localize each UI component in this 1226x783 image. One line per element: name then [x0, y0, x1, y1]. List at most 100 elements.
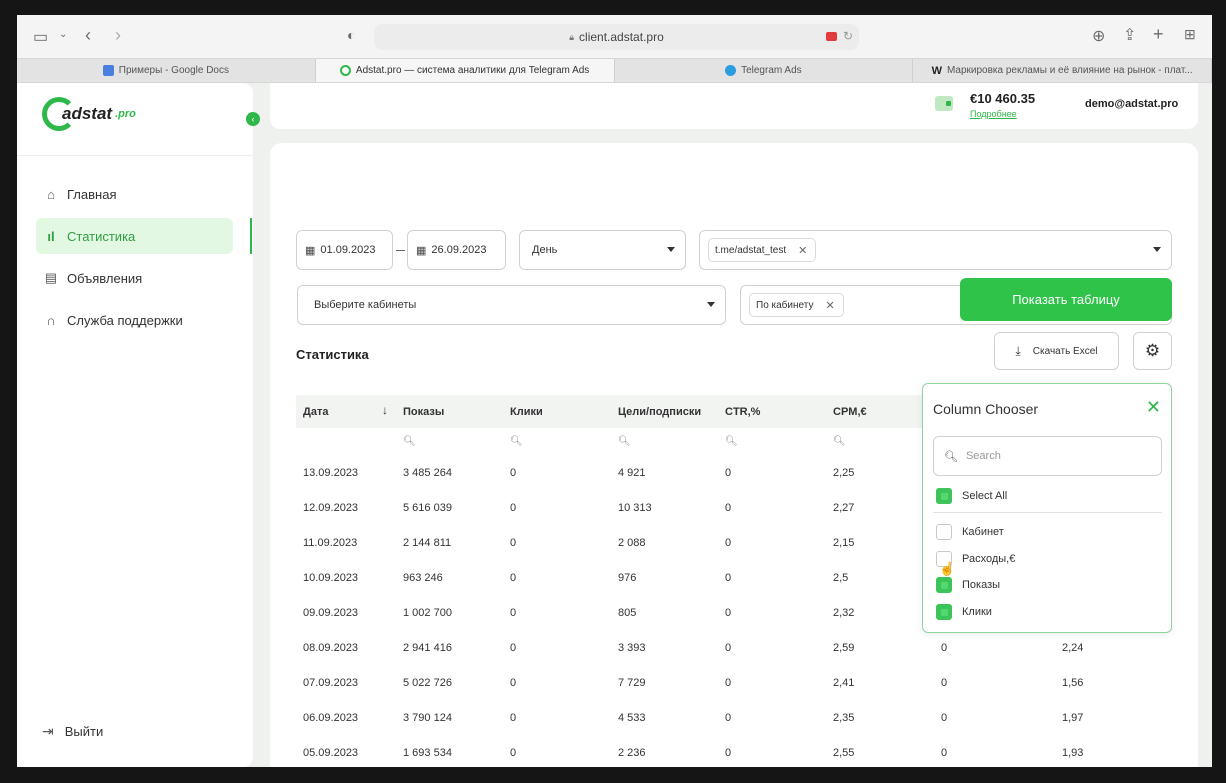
table-cell: 0: [510, 536, 517, 549]
forward-icon[interactable]: ›: [115, 25, 121, 46]
table-cell: 0: [510, 571, 517, 584]
checkbox[interactable]: [936, 524, 952, 540]
sidebar-item-label: Служба поддержки: [67, 312, 183, 328]
table-cell: 0: [725, 501, 732, 514]
sidebar-item-home[interactable]: ⌂ Главная: [36, 176, 233, 212]
download-excel-button[interactable]: ⤓ Скачать Excel: [994, 332, 1119, 370]
sidebar-item-support[interactable]: ∩ Служба поддержки: [36, 302, 233, 338]
checkbox[interactable]: [936, 577, 952, 593]
download-icon: ⤓: [1015, 343, 1021, 358]
column-header-cpm[interactable]: CPM,€: [826, 395, 934, 428]
column-header-goals[interactable]: Цели/подписки: [611, 395, 718, 428]
column-header-impressions[interactable]: Показы: [396, 395, 503, 428]
sort-down-icon[interactable]: ↓: [382, 403, 388, 417]
sidebar-toggle-icon[interactable]: ▭: [33, 27, 48, 47]
table-row: 08.09.2023 2 941 416 0 3 393 0 2,59 0 2,24: [296, 630, 1162, 665]
search-icon[interactable]: 🔍︎: [826, 428, 934, 455]
search-icon[interactable]: 🔍︎: [503, 428, 611, 455]
tab-overview-icon[interactable]: ⊞: [1184, 26, 1196, 43]
table-cell: 5 022 726: [403, 676, 452, 689]
table-cell: 976: [618, 571, 637, 584]
date-to-field[interactable]: ▦ 26.09.2023: [407, 230, 506, 270]
table-cell: 2,15: [833, 536, 855, 549]
select-all-label: Select All: [962, 490, 1008, 502]
table-cell: 11.09.2023: [303, 536, 358, 549]
remove-chip-icon[interactable]: ✕: [798, 244, 807, 257]
sidebar: adstat .pro ‹ ⌂ Главная ıl Статистика ▤ …: [17, 83, 260, 767]
table-cell: 0: [725, 711, 732, 724]
table-cell: 12.09.2023: [303, 501, 359, 514]
date-from-field[interactable]: ▦ 01.09.2023: [296, 230, 393, 270]
table-cell: 06.09.2023: [303, 711, 359, 724]
logout-button[interactable]: ⇥ Выйти: [42, 723, 103, 740]
table-cell: 2,27: [833, 501, 855, 514]
details-link[interactable]: Подробнее: [970, 109, 1017, 119]
column-search-input[interactable]: 🔍︎ Search: [933, 436, 1162, 476]
sidebar-item-ads[interactable]: ▤ Объявления: [36, 260, 233, 296]
table-cell: 0: [941, 746, 948, 759]
tab-google-docs[interactable]: Примеры - Google Docs: [17, 59, 316, 82]
column-chooser-title: Column Chooser: [933, 401, 1039, 417]
grouping-chip: По кабинету ✕: [749, 293, 844, 317]
table-cell: 2 941 416: [403, 641, 452, 654]
column-header-ctr[interactable]: CTR,%: [718, 395, 826, 428]
channel-select[interactable]: t.me/adstat_test ✕: [699, 230, 1172, 270]
settings-button[interactable]: ⚙: [1133, 332, 1172, 370]
document-icon: ▤: [44, 270, 58, 285]
column-option[interactable]: Показы: [936, 577, 1000, 593]
download-icon[interactable]: ⊕: [1092, 26, 1105, 46]
search-icon: 🔍︎: [944, 450, 958, 463]
period-value: День: [532, 244, 558, 256]
table-cell: 1,97: [1062, 711, 1084, 724]
search-icon[interactable]: 🔍︎: [611, 428, 718, 455]
search-icon[interactable]: 🔍︎: [718, 428, 826, 455]
tab-wikipedia[interactable]: W Маркировка рекламы и её влияние на рын…: [913, 59, 1212, 82]
shield-icon[interactable]: ◐: [347, 27, 355, 43]
chip-label: t.me/adstat_test: [715, 244, 787, 256]
table-cell: 4 533: [618, 711, 646, 724]
table-cell: 1,56: [1062, 676, 1084, 689]
user-email[interactable]: demo@adstat.pro: [1085, 98, 1178, 110]
column-option-label: Показы: [962, 579, 1001, 591]
table-cell: 805: [618, 606, 637, 619]
back-icon[interactable]: ‹: [85, 25, 91, 46]
table-cell: 2,25: [833, 466, 855, 479]
table-cell: 1 002 700: [403, 606, 452, 619]
main-content: ▦ 01.09.2023 ▦ 26.09.2023 День t.me/adst…: [270, 143, 1198, 767]
cabinets-select[interactable]: Выберите кабинеты: [297, 285, 726, 325]
sidebar-item-statistics[interactable]: ıl Статистика: [36, 218, 233, 254]
column-option[interactable]: Кабинет: [936, 524, 1004, 540]
checkbox[interactable]: [936, 604, 952, 620]
period-select[interactable]: День: [519, 230, 686, 270]
select-all-checkbox[interactable]: Select All: [936, 488, 1007, 504]
table-cell: 0: [725, 641, 732, 654]
column-header-date[interactable]: Дата ↓: [296, 395, 396, 428]
close-icon[interactable]: ✕: [1146, 397, 1161, 418]
reload-icon[interactable]: ↻: [843, 29, 853, 43]
chip-label: По кабинету: [756, 299, 814, 311]
address-bar[interactable]: 🔒︎ client.adstat.pro ↻: [374, 24, 859, 50]
new-tab-icon[interactable]: +: [1153, 24, 1164, 45]
collapse-sidebar-icon[interactable]: ‹: [246, 112, 260, 126]
table-cell: 3 485 264: [403, 466, 452, 479]
calendar-icon: ▦: [305, 244, 316, 257]
checkbox[interactable]: [936, 488, 952, 504]
docs-icon: [102, 65, 114, 76]
recording-icon: [826, 32, 837, 41]
chevron-down-icon[interactable]: ⌄: [59, 29, 67, 40]
tab-adstat[interactable]: Adstat.pro — система аналитики для Teleg…: [315, 59, 615, 82]
column-chooser-panel: Column Chooser ✕ 🔍︎ Search Select All Ка…: [922, 383, 1172, 633]
column-filter[interactable]: [296, 428, 396, 455]
show-table-button[interactable]: Показать таблицу: [960, 278, 1172, 321]
column-option[interactable]: Клики: [936, 604, 992, 620]
logo[interactable]: adstat .pro: [42, 97, 136, 131]
tab-telegram-ads[interactable]: Telegram Ads: [615, 59, 914, 82]
search-icon[interactable]: 🔍︎: [396, 428, 503, 455]
chevron-down-icon: [1153, 247, 1161, 252]
table-cell: 0: [510, 501, 517, 514]
share-icon[interactable]: ⇪: [1123, 25, 1136, 45]
remove-chip-icon[interactable]: ✕: [825, 299, 834, 312]
sidebar-item-label: Главная: [67, 186, 117, 202]
tab-label: Telegram Ads: [741, 65, 802, 76]
column-header-clicks[interactable]: Клики: [503, 395, 611, 428]
